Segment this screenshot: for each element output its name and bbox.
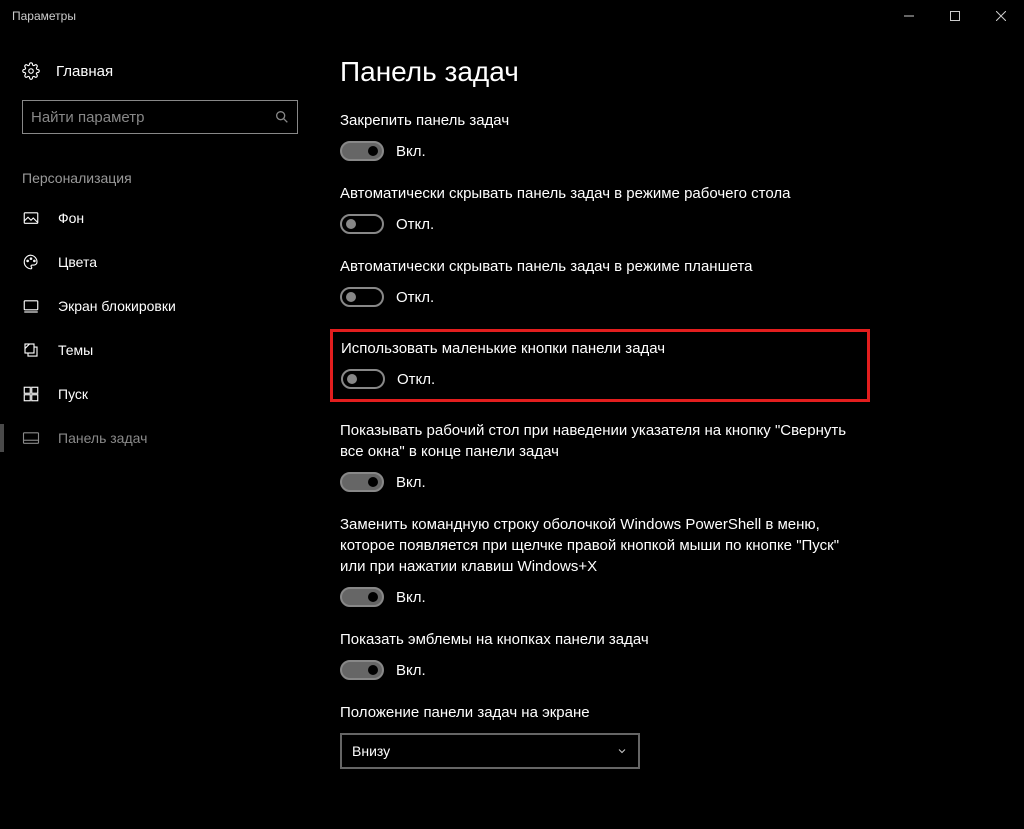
chevron-down-icon: [616, 745, 628, 757]
setting-label: Автоматически скрывать панель задач в ре…: [340, 183, 860, 204]
sidebar-item-lockscreen[interactable]: Экран блокировки: [0, 284, 320, 328]
setting-2: Автоматически скрывать панель задач в ре…: [340, 256, 860, 307]
sidebar-item-themes[interactable]: Темы: [0, 328, 320, 372]
sidebar-item-label: Цвета: [58, 254, 97, 270]
toggle-state-label: Вкл.: [396, 474, 426, 491]
setting-6: Показать эмблемы на кнопках панели задач…: [340, 629, 860, 680]
sidebar-item-label: Фон: [58, 210, 84, 226]
toggle-switch[interactable]: [340, 287, 384, 307]
lockscreen-icon: [22, 297, 40, 315]
setting-label: Положение панели задач на экране: [340, 702, 860, 723]
themes-icon: [22, 341, 40, 359]
window-title: Параметры: [12, 9, 76, 23]
page-title: Панель задач: [340, 56, 984, 88]
search-icon: [274, 109, 290, 125]
setting-5: Заменить командную строку оболочкой Wind…: [340, 514, 860, 607]
sidebar-item-label: Пуск: [58, 386, 88, 402]
toggle-state-label: Откл.: [396, 216, 434, 233]
toggle-state-label: Вкл.: [396, 662, 426, 679]
sidebar-item-background[interactable]: Фон: [0, 196, 320, 240]
sidebar-item-label: Темы: [58, 342, 93, 358]
setting-1: Автоматически скрывать панель задач в ре…: [340, 183, 860, 234]
setting-label: Использовать маленькие кнопки панели зад…: [341, 338, 859, 359]
search-box: [22, 100, 298, 134]
search-input[interactable]: [22, 100, 298, 134]
setting-label: Показывать рабочий стол при наведении ук…: [340, 420, 860, 462]
toggle-state-label: Вкл.: [396, 143, 426, 160]
toggle-switch[interactable]: [340, 660, 384, 680]
toggle-switch[interactable]: [340, 472, 384, 492]
maximize-button[interactable]: [932, 0, 978, 32]
taskbar-position-dropdown[interactable]: Внизу: [340, 733, 640, 769]
toggle-switch[interactable]: [340, 214, 384, 234]
setting-label: Закрепить панель задач: [340, 110, 860, 131]
setting-label: Заменить командную строку оболочкой Wind…: [340, 514, 860, 577]
sidebar: Главная Персонализация Фон Цвета: [0, 32, 320, 829]
toggle-switch[interactable]: [340, 587, 384, 607]
titlebar: Параметры: [0, 0, 1024, 32]
setting-label: Автоматически скрывать панель задач в ре…: [340, 256, 860, 277]
home-label: Главная: [56, 63, 113, 80]
gear-icon: [22, 62, 40, 80]
sidebar-item-label: Панель задач: [58, 430, 147, 446]
taskbar-icon: [22, 429, 40, 447]
taskbar-position-setting: Положение панели задач на экране Внизу: [340, 702, 860, 769]
palette-icon: [22, 253, 40, 271]
sidebar-item-taskbar[interactable]: Панель задач: [0, 416, 320, 460]
sidebar-item-colors[interactable]: Цвета: [0, 240, 320, 284]
toggle-switch[interactable]: [340, 141, 384, 161]
setting-label: Показать эмблемы на кнопках панели задач: [340, 629, 860, 650]
setting-0: Закрепить панель задач Вкл.: [340, 110, 860, 161]
main-panel: Панель задач Закрепить панель задач Вкл. А…: [320, 32, 1024, 829]
start-icon: [22, 385, 40, 403]
category-label: Персонализация: [0, 152, 320, 196]
setting-4: Показывать рабочий стол при наведении ук…: [340, 420, 860, 492]
window-controls: [886, 0, 1024, 32]
sidebar-item-label: Экран блокировки: [58, 298, 176, 314]
toggle-state-label: Откл.: [397, 371, 435, 388]
close-button[interactable]: [978, 0, 1024, 32]
setting-3: Использовать маленькие кнопки панели зад…: [341, 338, 859, 389]
minimize-button[interactable]: [886, 0, 932, 32]
toggle-switch[interactable]: [341, 369, 385, 389]
image-icon: [22, 209, 40, 227]
highlighted-setting: Использовать маленькие кнопки панели зад…: [330, 329, 870, 402]
sidebar-item-start[interactable]: Пуск: [0, 372, 320, 416]
toggle-state-label: Вкл.: [396, 589, 426, 606]
toggle-state-label: Откл.: [396, 289, 434, 306]
home-button[interactable]: Главная: [0, 52, 320, 90]
dropdown-value: Внизу: [352, 743, 390, 759]
